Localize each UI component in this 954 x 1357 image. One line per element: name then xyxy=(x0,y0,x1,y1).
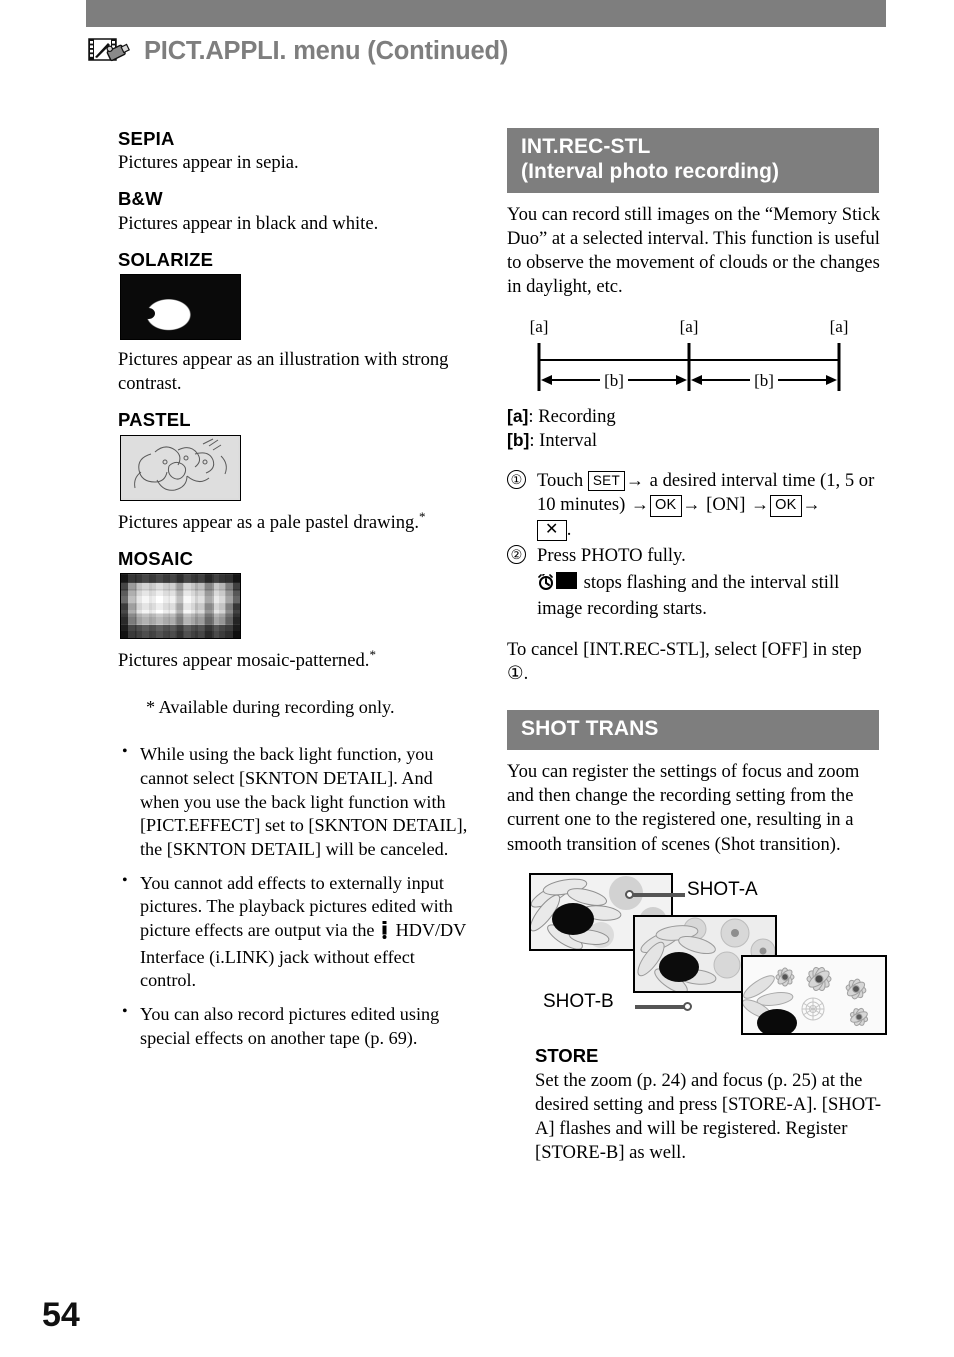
footnote-marker: * xyxy=(419,508,426,524)
int-rec-steps: ① Touch SET → a desired interval time (1, … xyxy=(507,469,881,622)
effect-caption-mosaic: Pictures appear mosaic-patterned.* xyxy=(118,647,468,673)
running-head: PICT.APPLI. menu (Continued) xyxy=(88,36,508,66)
section-title-shot-trans: SHOT TRANS xyxy=(521,717,659,741)
leader-dot-shot-a xyxy=(625,889,634,899)
ok-button-glyph[interactable]: OK xyxy=(770,495,802,517)
effect-heading-pastel: PASTEL xyxy=(118,409,191,431)
step-1-text-3: [ON] xyxy=(701,494,751,516)
step-2-sub-text: stops flashing and the interval still im… xyxy=(537,571,840,620)
shot-a-label: SHOT-A xyxy=(687,878,758,900)
section-header-shot-trans: SHOT TRANS xyxy=(507,710,879,751)
leader-line-shot-a xyxy=(631,892,685,897)
leader-dot-shot-b xyxy=(683,1001,692,1011)
step-number: ② xyxy=(507,545,526,565)
film-camcorder-icon xyxy=(88,36,132,66)
pastel-sample-image xyxy=(120,434,241,501)
diagram-tick xyxy=(837,343,841,392)
effect-caption-pastel-text: Pictures appear as a pale pastel drawing… xyxy=(118,511,419,533)
diagram-label-a: [a] xyxy=(829,317,849,337)
still-image-icon xyxy=(556,571,577,589)
store-heading: STORE xyxy=(535,1044,599,1066)
availability-footnote: * Available during recording only. xyxy=(146,696,395,717)
ilink-icon xyxy=(380,920,389,943)
step-1-period: . xyxy=(566,518,572,540)
legend-key-a: [a] xyxy=(507,406,529,427)
step-1-text-1: Touch xyxy=(537,469,588,491)
effect-caption-solarize: Pictures appear as an illustration with … xyxy=(118,349,449,395)
legend-text-b: : Interval xyxy=(529,430,597,452)
step-number: ① xyxy=(507,469,526,489)
shot-transition-figure: SHOT-A SHOT-B xyxy=(519,871,893,1035)
arrow-left-icon xyxy=(691,375,702,386)
diagram-label-a: [a] xyxy=(679,317,699,337)
diagram-interval-span: [b] xyxy=(541,371,687,389)
cancel-note-step: ① xyxy=(507,663,524,685)
step-item-1: ① Touch SET → a desired interval time (1, … xyxy=(507,469,881,543)
note-item: You cannot add effects to externally inp… xyxy=(118,871,468,993)
int-rec-intro: You can record still images on the “Memo… xyxy=(507,203,881,298)
leader-line-shot-b xyxy=(635,1004,687,1009)
section-title-line1: INT.REC-STL xyxy=(521,135,651,158)
section-header-int-rec-stl: INT.REC-STL (Interval photo recording) xyxy=(507,128,879,193)
page-top-rule xyxy=(86,0,886,27)
cancel-note-part1: To cancel [INT.REC-STL], select [OFF] in… xyxy=(507,639,862,660)
shot-trans-intro: You can register the settings of focus a… xyxy=(507,761,860,855)
notes-list: While using the back light function, you… xyxy=(118,742,468,1050)
page-title: PICT.APPLI. menu (Continued) xyxy=(144,36,509,65)
diagram-label-b: [b] xyxy=(600,371,628,389)
diagram-interval-span: [b] xyxy=(691,371,837,389)
interval-timing-diagram: [a] [a] [a] [b] [b] xyxy=(529,317,873,395)
effect-heading-mosaic: MOSAIC xyxy=(118,548,194,570)
shot-b-label: SHOT-B xyxy=(543,990,614,1012)
arrow-right-icon: → xyxy=(630,494,649,515)
left-column: SEPIA Pictures appear in sepia. B&W Pict… xyxy=(118,128,468,1060)
shot-b-sample-image xyxy=(741,954,887,1035)
close-button-glyph[interactable]: ✕ xyxy=(537,519,567,541)
diagram-legend-a: [a]: Recording xyxy=(507,405,881,429)
note-item: You can also record pictures edited usin… xyxy=(118,1002,468,1050)
page-number: 54 xyxy=(42,1296,80,1334)
right-column: INT.REC-STL (Interval photo recording) Y… xyxy=(507,128,887,1166)
store-text: Set the zoom (p. 24) and focus (p. 25) a… xyxy=(535,1069,882,1164)
arrow-right-icon: → xyxy=(626,469,645,490)
cancel-note-part2: . xyxy=(523,663,529,685)
store-block: STORE Set the zoom (p. 24) and focus (p.… xyxy=(535,1045,881,1166)
effect-caption-sepia: Pictures appear in sepia. xyxy=(118,152,299,174)
arrow-right-icon: → xyxy=(802,494,821,515)
ok-button-glyph[interactable]: OK xyxy=(649,495,682,517)
set-button-glyph[interactable]: SET xyxy=(587,470,626,492)
diagram-legend-b: [b]: Interval xyxy=(507,429,881,453)
step-2-text: Press PHOTO fully. xyxy=(537,545,686,567)
diagram-baseline xyxy=(539,359,839,362)
note-item: While using the back light function, you… xyxy=(118,742,468,861)
mosaic-sample-image xyxy=(120,573,241,640)
arrow-left-icon xyxy=(541,375,552,386)
legend-text-a: : Recording xyxy=(528,406,616,428)
effect-caption-pastel: Pictures appear as a pale pastel drawing… xyxy=(118,509,468,535)
effect-heading-sepia: SEPIA xyxy=(118,128,175,149)
effect-heading-bw: B&W xyxy=(118,188,163,210)
legend-key-b: [b] xyxy=(507,430,530,451)
effect-heading-solarize: SOLARIZE xyxy=(118,248,214,270)
arrow-right-icon: → xyxy=(751,494,770,515)
interval-still-flash-icon xyxy=(537,573,555,595)
solarize-sample-image xyxy=(120,274,241,341)
arrow-right-icon xyxy=(826,375,837,386)
footnote-marker: * xyxy=(369,647,376,663)
effect-caption-bw: Pictures appear in black and white. xyxy=(118,212,379,234)
step-2-subtext: stops flashing and the interval still im… xyxy=(537,571,881,622)
diagram-label-b: [b] xyxy=(750,371,778,389)
arrow-right-icon: → xyxy=(682,494,701,515)
effect-caption-mosaic-text: Pictures appear mosaic-patterned. xyxy=(118,650,370,672)
section-title-line2: (Interval photo recording) xyxy=(521,159,780,183)
int-rec-cancel-note: To cancel [INT.REC-STL], select [OFF] in… xyxy=(507,638,881,686)
diagram-label-a: [a] xyxy=(529,317,549,337)
step-item-2: ② Press PHOTO fully. stops flashing and t… xyxy=(507,544,881,622)
arrow-right-icon xyxy=(676,375,687,386)
